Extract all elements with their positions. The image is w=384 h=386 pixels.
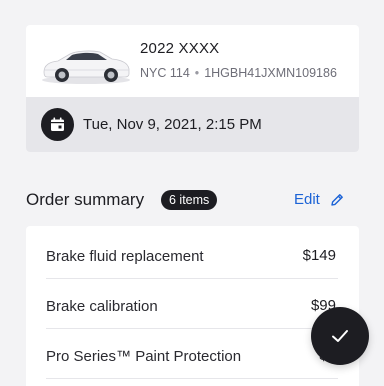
edit-button[interactable]: Edit bbox=[294, 191, 343, 208]
item-count-badge: 6 items bbox=[161, 190, 218, 210]
appointment-row[interactable]: Tue, Nov 9, 2021, 2:15 PM bbox=[26, 97, 359, 152]
order-summary-header: Order summary 6 items Edit bbox=[26, 190, 359, 212]
vehicle-row: 2022 XXXX NYC 114 • 1HGBH41JXMN109186 bbox=[26, 25, 359, 97]
list-item[interactable]: Pro Series™ Paint Protection $1 bbox=[46, 329, 338, 379]
pencil-icon bbox=[331, 194, 343, 206]
meta-separator: • bbox=[194, 66, 200, 80]
item-name: Brake calibration bbox=[46, 298, 158, 315]
calendar-icon bbox=[41, 108, 74, 141]
item-name: Brake fluid replacement bbox=[46, 248, 204, 265]
list-item[interactable]: Brake fluid replacement $149 bbox=[46, 229, 338, 279]
appointment-datetime: Tue, Nov 9, 2021, 2:15 PM bbox=[83, 116, 262, 133]
vehicle-meta: NYC 114 • 1HGBH41JXMN109186 bbox=[140, 66, 337, 80]
car-image bbox=[42, 50, 130, 84]
edit-label: Edit bbox=[294, 191, 320, 208]
vehicle-title: 2022 XXXX bbox=[140, 40, 220, 57]
order-summary-title: Order summary bbox=[26, 190, 145, 209]
vehicle-vin: 1HGBH41JXMN109186 bbox=[204, 66, 337, 80]
item-name: Pro Series™ Paint Protection bbox=[46, 348, 242, 365]
item-price: $149 bbox=[302, 247, 336, 264]
order-items-list: Brake fluid replacement $149 Brake calib… bbox=[26, 226, 359, 386]
confirm-button[interactable] bbox=[311, 307, 369, 365]
vehicle-plate: NYC 114 bbox=[140, 66, 190, 80]
vehicle-card: 2022 XXXX NYC 114 • 1HGBH41JXMN109186 Tue,… bbox=[26, 25, 359, 152]
check-icon bbox=[332, 330, 348, 342]
list-item[interactable]: Brake calibration $99 bbox=[46, 279, 338, 329]
